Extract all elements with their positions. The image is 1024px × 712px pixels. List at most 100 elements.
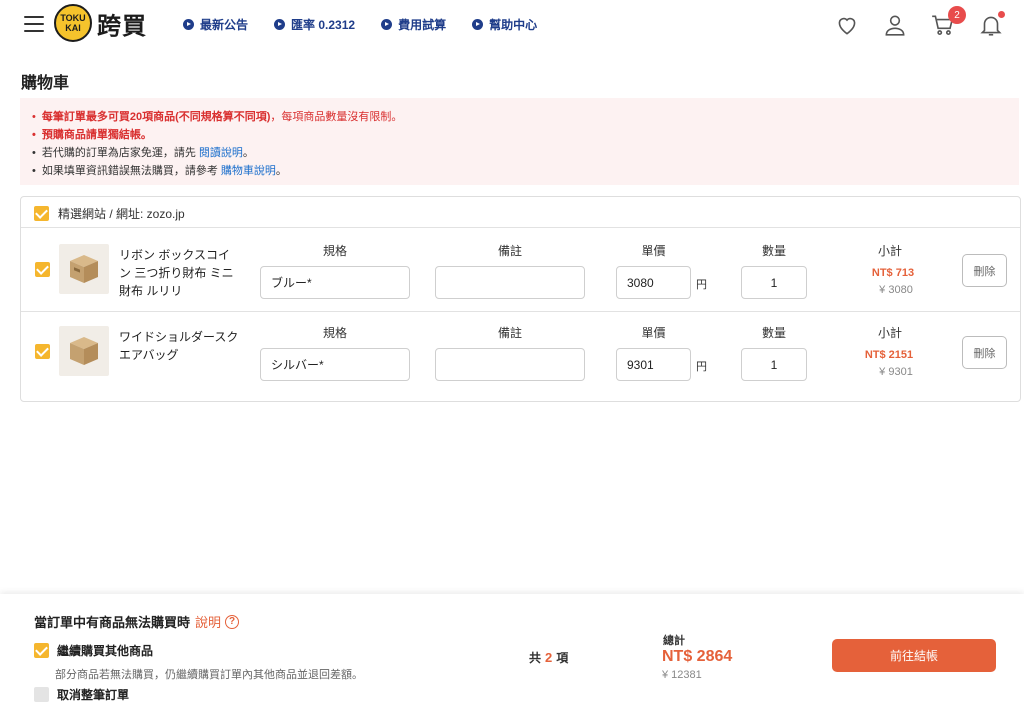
product-name[interactable]: リボン ボックスコイン 三つ折り財布 ミニ財布 ルリリ <box>119 246 241 300</box>
price-label: 單價 <box>641 326 666 340</box>
logo-badge: TOKU KAI <box>54 4 92 42</box>
delete-button[interactable]: 刪除 <box>962 336 1007 369</box>
spec-label: 規格 <box>322 326 347 340</box>
nav-fee-calculator[interactable]: 費用試算 <box>381 16 446 33</box>
count-number: 2 <box>545 650 553 665</box>
subtotal-label: 小計 <box>877 244 902 258</box>
top-nav: 最新公告 匯率 0.2312 費用試算 幫助中心 <box>183 16 563 33</box>
logo-badge-bottom: KAI <box>65 23 81 33</box>
notification-dot <box>998 11 1005 18</box>
nav-help-center[interactable]: 幫助中心 <box>472 16 537 33</box>
read-instructions-link[interactable]: 閱讀說明 <box>199 144 243 162</box>
subtotal-jp: ¥ 3080 <box>879 284 913 296</box>
checkout-bar: 當訂單中有商品無法購買時 說明 ? 繼續購買其他商品 部分商品若無法購買，仍繼續… <box>0 594 1024 712</box>
notice-line-4-post: 。 <box>275 165 287 177</box>
continue-checkbox[interactable] <box>34 643 49 658</box>
subtotal-nt: NT$ 2151 <box>864 349 914 361</box>
notice-line-1-rest: ，每項商品數量沒有限制。 <box>270 111 403 123</box>
nav-label: 費用試算 <box>398 18 447 32</box>
shop-checkbox[interactable] <box>34 206 49 221</box>
user-icon[interactable] <box>882 12 908 38</box>
play-circle-icon <box>183 19 194 30</box>
notice-line-1-strong: 每筆訂單最多可買20項商品(不同規格算不同項) <box>41 111 271 123</box>
note-label: 備註 <box>497 326 522 340</box>
header-icons: 2 <box>834 6 1005 38</box>
cart-item: ワイドショルダースクエアバッグ 規格 シルバー* 備註 單價 9301 円 數量… <box>21 310 1020 390</box>
item-checkbox[interactable] <box>35 344 50 359</box>
notice-line-3-post: 。 <box>242 147 254 159</box>
cancel-checkbox[interactable] <box>34 687 49 702</box>
total-nt: NT$ 2864 <box>662 648 733 665</box>
option-cancel-label: 取消整筆訂單 <box>57 688 130 702</box>
top-header: TOKU KAI 跨買 最新公告 匯率 0.2312 費用試算 幫助中心 2 <box>0 0 1024 50</box>
nav-label: 匯率 0.2312 <box>291 18 356 32</box>
note-label: 備註 <box>497 244 522 258</box>
cart-instructions-link[interactable]: 購物車說明 <box>221 162 276 180</box>
checkout-button[interactable]: 前往結帳 <box>832 639 996 672</box>
notice-line-3-pre: 若代購的訂單為店家免運，請先 <box>41 147 196 159</box>
nav-announcements[interactable]: 最新公告 <box>183 16 248 33</box>
count-post: 項 <box>556 651 569 665</box>
nav-exchange-rate[interactable]: 匯率 0.2312 <box>274 16 355 33</box>
product-thumbnail[interactable] <box>59 244 109 294</box>
product-thumbnail[interactable] <box>59 326 109 376</box>
note-input[interactable] <box>435 348 585 381</box>
play-circle-icon <box>472 19 484 30</box>
play-circle-icon <box>274 19 286 30</box>
option-cancel[interactable]: 取消整筆訂單 <box>34 686 129 703</box>
delete-button[interactable]: 刪除 <box>962 254 1007 287</box>
page-title: 購物車 <box>21 75 70 92</box>
qty-label: 數量 <box>761 326 786 340</box>
count-pre: 共 <box>529 651 542 665</box>
shop-label: 精選網站 / 網址: zozo.jp <box>58 207 185 221</box>
box-icon <box>70 337 98 365</box>
price-label: 單價 <box>641 244 666 258</box>
notice-line-4: 如果填單資訊錯誤無法購買，請參考 購物車說明。 <box>32 162 1007 180</box>
item-checkbox[interactable] <box>35 262 50 277</box>
subtotal-nt: NT$ 713 <box>871 267 915 279</box>
item-count: 共2項 <box>529 649 568 666</box>
price-input[interactable]: 3080 <box>616 266 691 299</box>
nav-label: 最新公告 <box>200 18 249 32</box>
option-continue[interactable]: 繼續購買其他商品 <box>34 642 153 659</box>
bell-icon[interactable] <box>978 11 1005 38</box>
notice-box: 每筆訂單最多可買20項商品(不同規格算不同項)，每項商品數量沒有限制。 預購商品… <box>20 98 1019 185</box>
cart-panel: 精選網站 / 網址: zozo.jp リボン ボックスコイン 三つ折り財布 ミニ… <box>20 196 1021 402</box>
cart-item: リボン ボックスコイン 三つ折り財布 ミニ財布 ルリリ 規格 ブルー* 備註 單… <box>21 228 1020 308</box>
box-icon <box>70 255 98 283</box>
yen-unit: 円 <box>696 279 707 291</box>
option-continue-desc: 部分商品若無法購買，仍繼續購買訂單內其他商品並退回差額。 <box>55 669 363 681</box>
price-input[interactable]: 9301 <box>616 348 691 381</box>
product-name[interactable]: ワイドショルダースクエアバッグ <box>119 328 241 364</box>
cart-icon[interactable]: 2 <box>930 6 966 38</box>
notice-line-2: 預購商品請單獨結帳。 <box>32 126 1007 144</box>
menu-icon[interactable] <box>24 16 44 32</box>
notice-line-3: 若代購的訂單為店家免運，請先 閱讀說明。 <box>32 144 1007 162</box>
policy-title-text: 當訂單中有商品無法購買時 <box>34 615 191 630</box>
subtotal-jp: ¥ 9301 <box>879 366 913 378</box>
total-jp: ¥ 12381 <box>662 669 702 681</box>
logo[interactable]: TOKU KAI 跨買 <box>54 4 147 42</box>
qty-label: 數量 <box>761 244 786 258</box>
notice-line-4-pre: 如果填單資訊錯誤無法購買，請參考 <box>41 165 218 177</box>
yen-unit: 円 <box>696 361 707 373</box>
quantity-input[interactable]: 1 <box>741 266 807 299</box>
quantity-input[interactable]: 1 <box>741 348 807 381</box>
heart-icon[interactable] <box>834 12 860 38</box>
notice-line-1: 每筆訂單最多可買20項商品(不同規格算不同項)，每項商品數量沒有限制。 <box>32 108 1007 126</box>
question-circle-icon[interactable]: ? <box>225 614 240 629</box>
total-label: 總計 <box>663 635 685 647</box>
spec-label: 規格 <box>322 244 347 258</box>
spec-field[interactable]: ブルー* <box>260 266 410 299</box>
note-input[interactable] <box>435 266 585 299</box>
unavailable-policy-title: 當訂單中有商品無法購買時 說明 ? <box>34 612 240 631</box>
notice-line-2-text: 預購商品請單獨結帳。 <box>41 129 152 141</box>
logo-badge-top: TOKU <box>60 13 86 23</box>
shop-row: 精選網站 / 網址: zozo.jp <box>34 205 185 222</box>
nav-label: 幫助中心 <box>489 18 538 32</box>
play-circle-icon <box>381 19 393 30</box>
spec-field[interactable]: シルバー* <box>260 348 410 381</box>
policy-help-link[interactable]: 說明 <box>195 612 221 631</box>
cart-count-badge: 2 <box>948 6 966 24</box>
option-continue-label: 繼續購買其他商品 <box>57 644 154 658</box>
